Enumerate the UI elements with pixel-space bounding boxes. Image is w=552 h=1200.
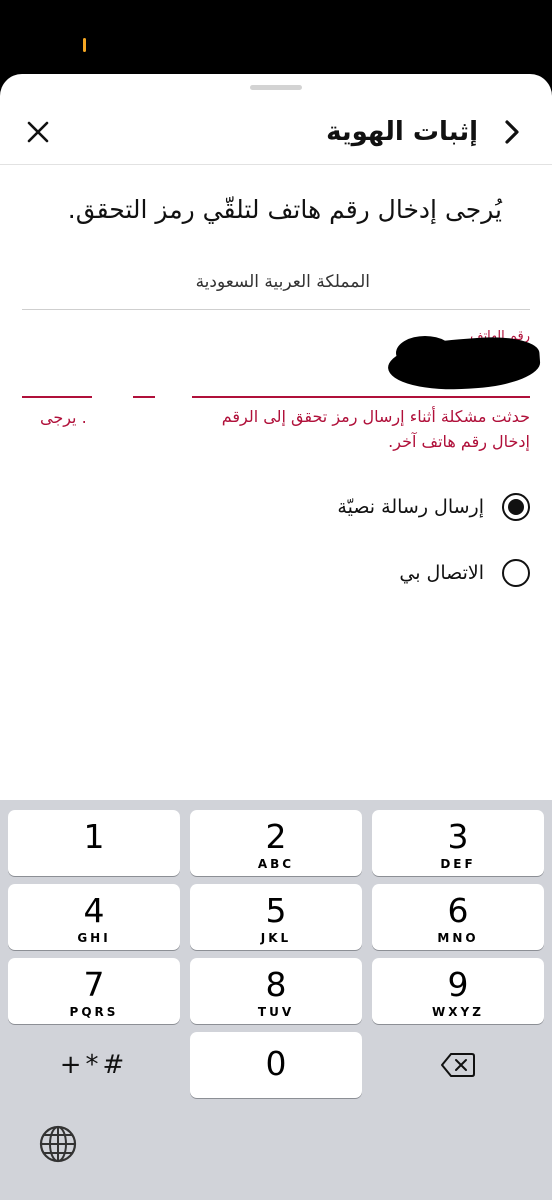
country-select[interactable]: المملكة العربية السعودية <box>22 262 530 310</box>
delete-key[interactable] <box>372 1032 544 1098</box>
chevron-right-icon <box>505 120 519 144</box>
page-title: إثبات الهوية <box>326 117 478 147</box>
radio-unselected-icon[interactable] <box>502 559 530 587</box>
status-indicator <box>83 38 86 52</box>
sheet-grabber[interactable] <box>250 85 302 90</box>
error-line-2: إدخال رقم هاتف آخر. <box>388 432 530 451</box>
symbols-key[interactable]: +*# <box>8 1032 180 1098</box>
identity-verification-sheet: إثبات الهوية يُرجى إدخال رقم هاتف لتلقّي… <box>0 74 552 1200</box>
option-sms[interactable]: إرسال رسالة نصيّة <box>337 490 530 524</box>
option-call[interactable]: الاتصال بي <box>399 556 530 590</box>
radio-selected-icon[interactable] <box>502 493 530 521</box>
key-3[interactable]: 3 DEF <box>372 810 544 876</box>
key-6[interactable]: 6 MNO <box>372 884 544 950</box>
key-0[interactable]: 0 <box>190 1032 362 1098</box>
key-1[interactable]: 1 <box>8 810 180 876</box>
phone-underline <box>22 396 92 398</box>
redaction-mark <box>396 336 454 370</box>
key-4[interactable]: 4 GHI <box>8 884 180 950</box>
header: إثبات الهوية <box>0 102 552 165</box>
status-bar <box>0 0 552 80</box>
error-message: حدثت مشكلة أثناء إرسال رمز تحقق إلى الرق… <box>222 404 530 454</box>
symbols-label: +*# <box>59 1050 129 1080</box>
option-sms-label: إرسال رسالة نصيّة <box>337 496 484 518</box>
phone-underline <box>192 396 530 398</box>
close-icon <box>27 121 49 143</box>
key-8[interactable]: 8 TUV <box>190 958 362 1024</box>
backspace-icon <box>441 1053 475 1077</box>
key-9[interactable]: 9 WXYZ <box>372 958 544 1024</box>
country-value: المملكة العربية السعودية <box>195 272 370 292</box>
globe-icon <box>39 1125 77 1163</box>
back-button[interactable] <box>494 114 530 150</box>
option-call-label: الاتصال بي <box>399 562 484 584</box>
globe-key[interactable] <box>38 1124 78 1168</box>
error-line-1: حدثت مشكلة أثناء إرسال رمز تحقق إلى الرق… <box>221 407 530 426</box>
error-fragment: . يرجى <box>40 408 87 427</box>
key-2[interactable]: 2 ABC <box>190 810 362 876</box>
close-button[interactable] <box>20 114 56 150</box>
key-7[interactable]: 7 PQRS <box>8 958 180 1024</box>
instruction-text: يُرجى إدخال رقم هاتف لتلقّي رمز التحقق. <box>67 195 502 224</box>
key-5[interactable]: 5 JKL <box>190 884 362 950</box>
numeric-keyboard: 1 2 ABC 3 DEF 4 GHI 5 JKL 6 MNO 7 PQRS 8 <box>0 800 552 1200</box>
phone-underline <box>133 396 155 398</box>
